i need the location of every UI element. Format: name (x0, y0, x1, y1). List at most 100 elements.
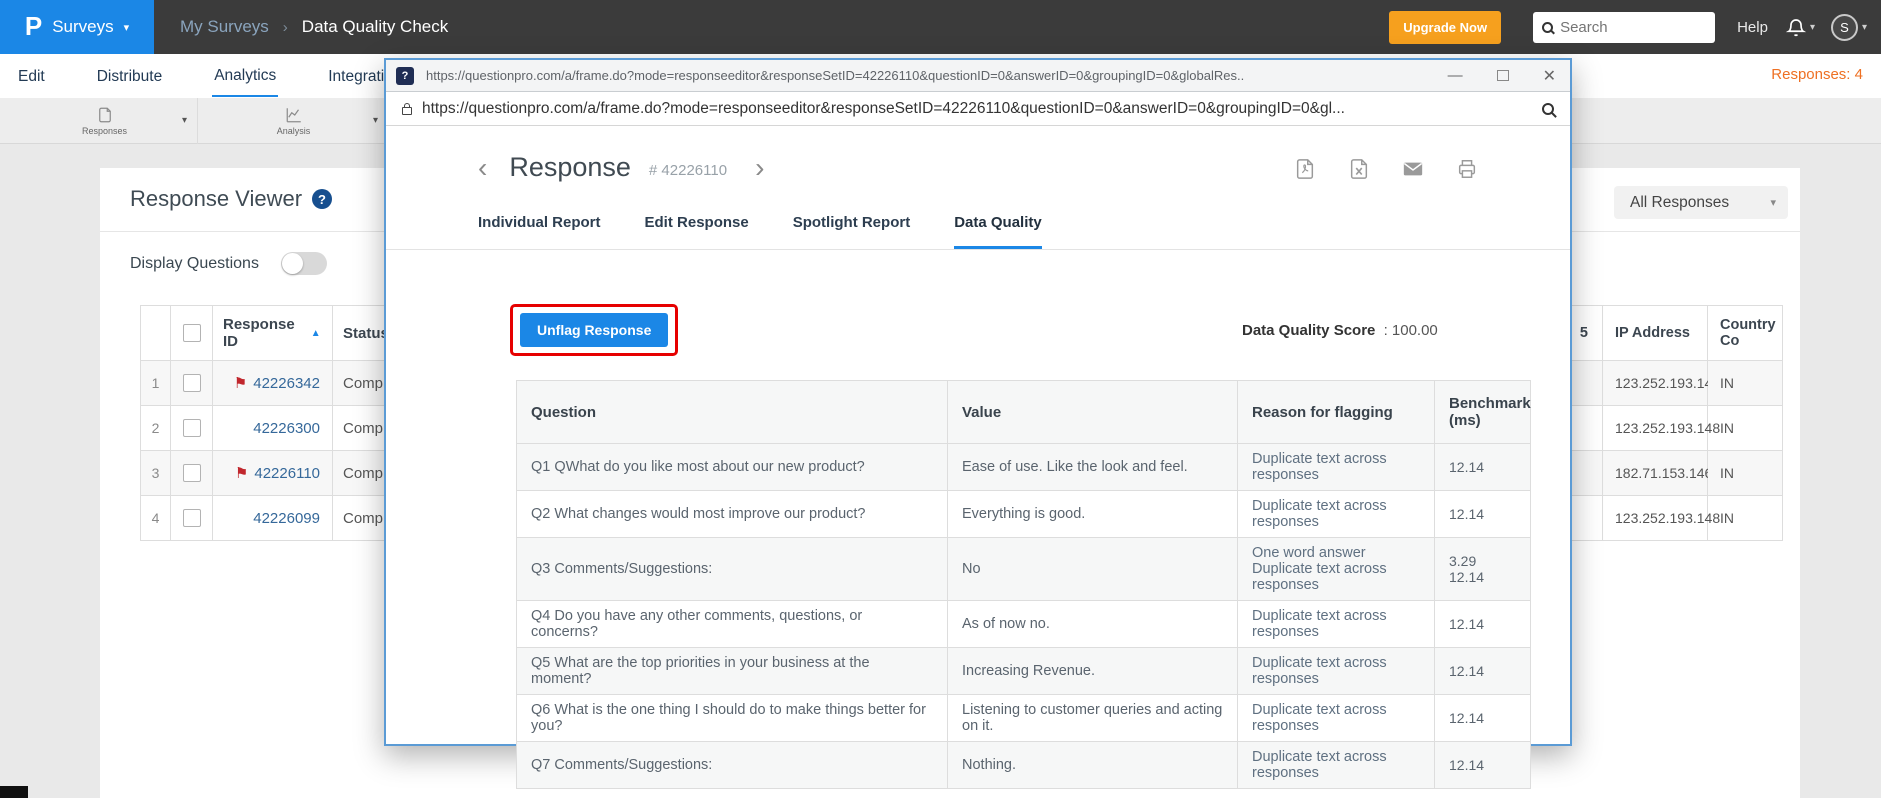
maximize-icon[interactable] (1496, 70, 1509, 81)
breadcrumb-current: Data Quality Check (301, 17, 449, 36)
help-icon[interactable]: ? (312, 189, 333, 209)
response-id-header[interactable]: Response ID (223, 316, 295, 350)
notifications-menu[interactable]: ▾ (1785, 17, 1815, 38)
reason-cell: Duplicate text across responses (1237, 694, 1435, 742)
select-all-checkbox[interactable] (182, 324, 201, 342)
country-cell: IN (1708, 451, 1783, 496)
reason-header: Reason for flagging (1237, 380, 1435, 444)
surveys-menu[interactable]: P Surveys ▾ (0, 0, 154, 54)
response-editor-popup: ? https://questionpro.com/a/frame.do?mod… (384, 58, 1572, 789)
question-cell: Q1 QWhat do you like most about our new … (516, 443, 948, 491)
display-questions-toggle[interactable] (280, 252, 327, 275)
screen-corner-artifact (0, 786, 28, 798)
score-label: Data Quality Score (1242, 322, 1376, 339)
caret-down-icon: ▾ (1861, 21, 1867, 33)
reason-cell: Duplicate text across responses (1237, 647, 1435, 695)
sort-asc-icon[interactable]: ▲ (311, 328, 321, 339)
benchmark-cell: 12.14 (1434, 647, 1531, 695)
country-code-header: Country Co (1708, 306, 1783, 361)
analysis-tool-label: Analysis (276, 126, 311, 136)
table-row: Q4 Do you have any other comments, quest… (516, 600, 1531, 648)
minimize-icon[interactable]: — (1448, 67, 1463, 84)
response-id-link[interactable]: 42226342 (253, 375, 320, 392)
popup-addressbar[interactable]: https://questionpro.com/a/frame.do?mode=… (386, 92, 1570, 126)
print-icon[interactable] (1456, 158, 1478, 180)
analysis-tool-button[interactable]: Analysis ▾ (199, 98, 389, 144)
response-title: Response (509, 152, 631, 182)
responses-tool-button[interactable]: Responses ▾ (12, 98, 198, 144)
question-cell: Q6 What is the one thing I should do to … (516, 694, 948, 742)
value-header: Value (947, 380, 1238, 444)
ip-cell: 123.252.193.148 (1603, 406, 1720, 451)
row-number: 2 (141, 406, 171, 451)
address-url[interactable]: https://questionpro.com/a/frame.do?mode=… (422, 100, 1522, 118)
value-cell: No (947, 537, 1238, 601)
ip-cell: 123.252.193.148 (1603, 496, 1720, 541)
tab-individual-report[interactable]: Individual Report (478, 214, 601, 249)
export-excel-icon[interactable] (1348, 158, 1370, 180)
unflag-response-button[interactable]: Unflag Response (520, 313, 669, 347)
table-row[interactable]: 182.71.153.146 IN (1543, 451, 1783, 496)
benchmark-cell: 12.14 (1434, 443, 1531, 491)
annotation-highlight-box: Unflag Response (510, 304, 679, 356)
all-responses-dropdown[interactable]: All Responses ▾ (1614, 186, 1788, 219)
reason-cell: Duplicate text across responses (1237, 443, 1435, 491)
flag-icon: ⚑ (234, 465, 249, 482)
window-controls: — ✕ (1448, 66, 1556, 86)
popup-titlebar[interactable]: ? https://questionpro.com/a/frame.do?mod… (386, 60, 1570, 92)
question-cell: Q5 What are the top priorities in your b… (516, 647, 948, 695)
report-tabs: Individual Report Edit Response Spotligh… (386, 214, 1570, 250)
all-responses-label: All Responses (1630, 193, 1730, 211)
tab-edit-response[interactable]: Edit Response (645, 214, 749, 249)
email-icon[interactable] (1402, 158, 1424, 180)
lock-icon (402, 102, 412, 115)
upgrade-now-button[interactable]: Upgrade Now (1389, 10, 1502, 44)
row-number: 4 (141, 496, 171, 541)
help-link[interactable]: Help (1737, 19, 1768, 36)
breadcrumb-separator-icon: › (282, 18, 288, 36)
row-checkbox[interactable] (182, 419, 201, 437)
account-menu[interactable]: S ▾ (1830, 13, 1867, 41)
tab-data-quality[interactable]: Data Quality (954, 214, 1042, 249)
status-header: Status (343, 324, 389, 342)
tab-edit[interactable]: Edit (16, 56, 47, 96)
benchmark-cell: 12.14 (1434, 741, 1531, 789)
export-pdf-icon[interactable] (1294, 158, 1316, 180)
table-row[interactable]: 123.252.193.148 IN (1543, 496, 1783, 541)
table-row: Q6 What is the one thing I should do to … (516, 694, 1531, 742)
question-cell: Q4 Do you have any other comments, quest… (516, 600, 948, 648)
response-id-link[interactable]: 42226300 (253, 420, 320, 437)
row-checkbox[interactable] (182, 374, 201, 392)
row-checkbox[interactable] (182, 464, 201, 482)
question-cell: Q7 Comments/Suggestions: (516, 741, 948, 789)
next-response-button[interactable]: › (755, 153, 764, 182)
tab-spotlight-report[interactable]: Spotlight Report (793, 214, 910, 249)
row-number-header (141, 306, 171, 361)
response-id-link[interactable]: 42226110 (254, 465, 320, 482)
score-value: : 100.00 (1383, 322, 1438, 339)
display-questions-label: Display Questions (130, 254, 259, 272)
table-row: Q5 What are the top priorities in your b… (516, 647, 1531, 695)
value-cell: Everything is good. (947, 490, 1238, 538)
table-row[interactable]: 123.252.193.148 IN (1543, 406, 1783, 451)
previous-response-button[interactable]: ‹ (478, 153, 487, 182)
reason-cell: Duplicate text across responses (1237, 741, 1435, 789)
row-number: 3 (141, 451, 171, 496)
zoom-search-icon[interactable] (1542, 102, 1554, 115)
tab-distribute[interactable]: Distribute (95, 56, 164, 96)
response-id-link[interactable]: 42226099 (253, 510, 320, 527)
table-header-row: Question Value Reason for flagging Bench… (516, 380, 1531, 444)
close-icon[interactable]: ✕ (1543, 66, 1556, 86)
questionpro-logo-icon: P (24, 10, 43, 41)
value-cell: Ease of use. Like the look and feel. (947, 443, 1238, 491)
breadcrumb-my-surveys[interactable]: My Surveys (180, 17, 269, 37)
tab-analytics[interactable]: Analytics (212, 55, 279, 97)
global-search[interactable] (1533, 11, 1716, 43)
table-row[interactable]: 123.252.193.148 IN (1543, 361, 1783, 406)
data-quality-score: Data Quality Score : 100.00 (1242, 322, 1438, 339)
search-input[interactable] (1560, 18, 1701, 36)
value-cell: As of now no. (947, 600, 1238, 648)
row-checkbox[interactable] (182, 509, 201, 527)
benchmark-cell: 12.14 (1434, 694, 1531, 742)
ip-cell: 123.252.193.148 (1603, 361, 1720, 406)
